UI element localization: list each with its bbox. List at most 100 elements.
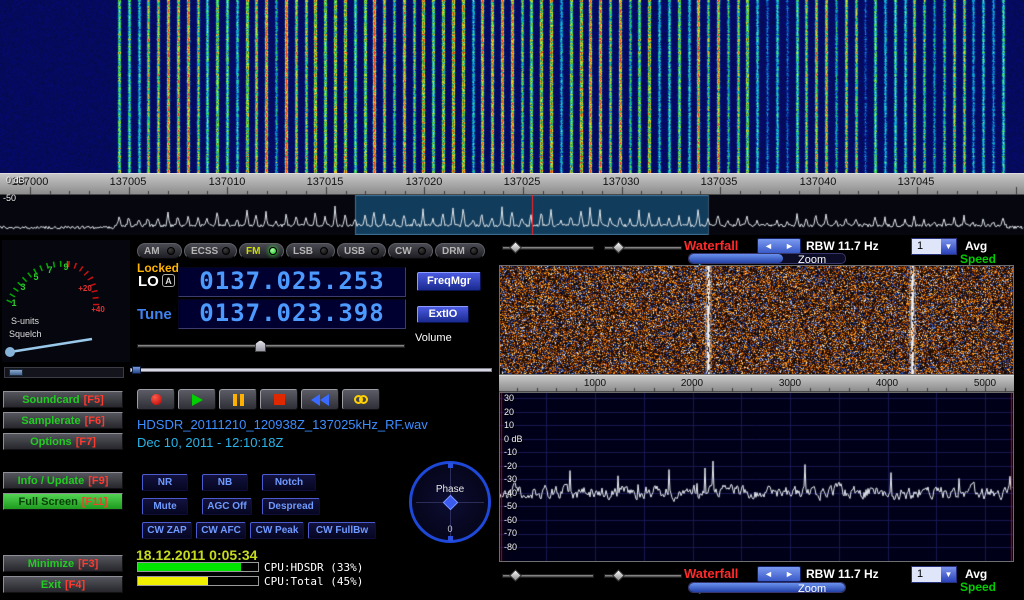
freq-scale-label: 137020	[396, 176, 452, 188]
mode-lsb-button[interactable]: LSB	[286, 243, 335, 259]
mute-button[interactable]: Mute	[142, 498, 188, 515]
recording-timestamp: Dec 10, 2011 - 12:10:18Z	[137, 435, 283, 450]
zoom-left-icon[interactable]: ◄	[764, 241, 773, 251]
pause-icon	[233, 394, 244, 406]
mode-fm-button[interactable]: FM	[239, 243, 284, 259]
audio-db-label: 0 dB	[504, 434, 523, 444]
notch-button[interactable]: Notch	[262, 474, 316, 491]
lo-frequency-display[interactable]: 0137.025.253	[178, 267, 406, 297]
loop-icon	[354, 395, 368, 404]
squelch-label: Squelch	[9, 329, 42, 339]
led-icon	[320, 247, 328, 255]
samplerate-button[interactable]: Samplerate[F6]	[3, 412, 123, 429]
extio-button[interactable]: ExtIO	[417, 306, 469, 323]
squelch-slider-handle[interactable]	[9, 369, 23, 376]
lo-a-badge[interactable]: A	[162, 274, 175, 287]
cw-afc-button[interactable]: CW AFC	[196, 522, 246, 539]
freq-scale-label: 137040	[790, 176, 846, 188]
cw-peak-button[interactable]: CW Peak	[250, 522, 304, 539]
soundcard-button[interactable]: Soundcard[F5]	[3, 391, 123, 408]
play-button[interactable]	[178, 389, 216, 410]
waterfall-toggle[interactable]: Waterfall	[684, 238, 738, 253]
recording-filename: HDSDR_20111210_120938Z_137025kHz_RF.wav	[137, 417, 428, 432]
zoom-arrows-bottom[interactable]: ◄►	[757, 566, 801, 582]
waterfall-contrast-handle[interactable]	[612, 241, 625, 254]
pause-button[interactable]	[219, 389, 257, 410]
phase-indicator: Phase 0	[409, 461, 491, 543]
zoom-right-icon[interactable]: ►	[785, 241, 794, 251]
zoom-arrows[interactable]: ◄►	[757, 238, 801, 254]
squelch-slider[interactable]	[4, 367, 124, 378]
led-icon	[167, 247, 175, 255]
main-frequency-scale[interactable]: 137000 137005 137010 137015 137020 13702…	[0, 173, 1024, 195]
led-icon	[222, 247, 230, 255]
tune-frequency-display[interactable]: 0137.023.398	[178, 299, 406, 329]
audio-waterfall-display[interactable]	[500, 266, 1013, 374]
options-button[interactable]: Options[F7]	[3, 433, 123, 450]
mode-ecss-button[interactable]: ECSS	[184, 243, 237, 259]
phase-label: Phase	[412, 484, 488, 495]
mode-am-button[interactable]: AM	[137, 243, 182, 259]
despread-button[interactable]: Despread	[262, 498, 320, 515]
main-waterfall-display[interactable]	[0, 0, 1024, 173]
mode-fm-label: FM	[246, 246, 260, 257]
stop-button[interactable]	[260, 389, 298, 410]
nr-button[interactable]: NR	[142, 474, 188, 491]
zoom-right-icon[interactable]: ►	[785, 569, 794, 579]
audio-db-label: -70	[504, 528, 517, 538]
zoom-slider-fill	[689, 254, 783, 263]
lo-label: LO	[138, 273, 159, 290]
led-icon	[371, 247, 379, 255]
speed-combobox-bottom[interactable]: 1▼	[911, 566, 957, 583]
mode-drm-button[interactable]: DRM	[435, 243, 485, 259]
record-button[interactable]	[137, 389, 175, 410]
level-meter-yellow-fill	[138, 577, 208, 585]
audio-scale-label: 5000	[963, 378, 1007, 389]
combo-arrow-icon[interactable]: ▼	[941, 239, 956, 254]
rbw-label-bottom: RBW 11.7 Hz	[806, 567, 879, 581]
audio-db-label: -60	[504, 515, 517, 525]
exit-button-key: [F4]	[65, 579, 85, 591]
main-spectrum-display[interactable]	[0, 195, 1024, 235]
playback-position-slider[interactable]	[130, 368, 492, 372]
loop-button[interactable]	[342, 389, 380, 410]
audio-scale-label: 1000	[573, 378, 617, 389]
combo-arrow-icon[interactable]: ▼	[941, 567, 956, 582]
agc-off-button[interactable]: AGC Off	[202, 498, 252, 515]
level-meter-green-fill	[138, 563, 241, 571]
s-meter-tick-label: +40	[91, 305, 105, 314]
info-update-button-label: Info / Update	[18, 475, 85, 487]
waterfall-brightness-handle[interactable]	[509, 241, 522, 254]
audio-frequency-scale[interactable]: 1000 2000 3000 4000 5000	[499, 375, 1014, 392]
mode-usb-button[interactable]: USB	[337, 243, 386, 259]
minimize-button[interactable]: Minimize[F3]	[3, 555, 123, 572]
full-screen-button[interactable]: Full Screen[F11]	[3, 493, 123, 510]
cw-zap-button[interactable]: CW ZAP	[142, 522, 192, 539]
hdsdr-window: 137000 137005 137010 137015 137020 13702…	[0, 0, 1024, 600]
spectrum-brightness-handle[interactable]	[509, 569, 522, 582]
info-update-button[interactable]: Info / Update[F9]	[3, 472, 123, 489]
speed-value: 1	[912, 567, 941, 582]
freqmgr-button[interactable]: FreqMgr	[417, 272, 481, 291]
spectrum-contrast-handle[interactable]	[612, 569, 625, 582]
mode-cw-button[interactable]: CW	[388, 243, 433, 259]
play-icon	[192, 394, 203, 406]
zoom-left-icon[interactable]: ◄	[764, 569, 773, 579]
options-button-label: Options	[30, 436, 72, 448]
speed-combobox[interactable]: 1▼	[911, 238, 957, 255]
s-meter-tick-label: 3	[20, 282, 25, 292]
freq-scale-label: 137015	[297, 176, 353, 188]
mode-lsb-label: LSB	[293, 246, 313, 257]
volume-slider-handle[interactable]	[255, 340, 266, 352]
waterfall-toggle-bottom[interactable]: Waterfall	[684, 566, 738, 581]
audio-scale-label: 2000	[670, 378, 714, 389]
playback-position-handle[interactable]	[132, 366, 141, 374]
cw-fullbw-button[interactable]: CW FullBw	[308, 522, 376, 539]
volume-slider[interactable]	[137, 344, 405, 348]
exit-button[interactable]: Exit[F4]	[3, 576, 123, 593]
audio-spectrum-display[interactable]	[500, 393, 1013, 561]
audio-db-label: -40	[504, 488, 517, 498]
rewind-button[interactable]	[301, 389, 339, 410]
nb-button[interactable]: NB	[202, 474, 248, 491]
s-meter-tick-label: 7	[47, 265, 52, 275]
